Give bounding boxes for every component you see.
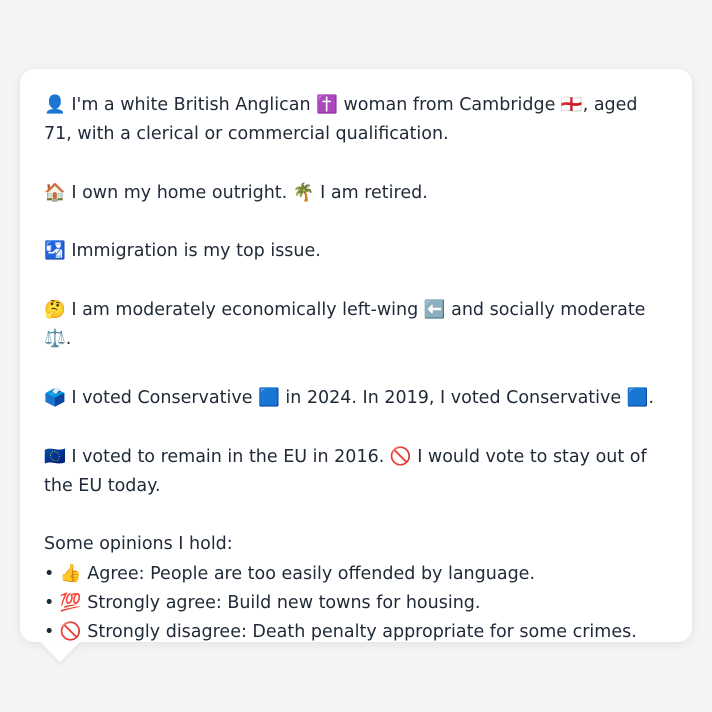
opinion-item: • 👍 Agree: People are too easily offende… [44, 563, 536, 584]
bubble-tail [40, 642, 80, 662]
persona-ideology: 🤔 I am moderately economically left-wing… [44, 300, 646, 350]
persona-eu: 🇪🇺 I voted to remain in the EU in 2016. … [44, 446, 647, 496]
persona-intro: 👤 I'm a white British Anglican ✝️ woman … [44, 95, 638, 145]
persona-votes: 🗳️ I voted Conservative 🟦 in 2024. In 20… [44, 387, 655, 408]
opinions-heading: Some opinions I hold: [44, 534, 233, 555]
persona-home: 🏠 I own my home outright. 🌴 I am retired… [44, 182, 428, 203]
opinion-item: • 🚫 Strongly disagree: Death penalty app… [44, 622, 637, 643]
opinion-item: • 💯 Strongly agree: Build new towns for … [44, 593, 481, 614]
persona-top-issue: 🛂 Immigration is my top issue. [44, 241, 321, 262]
persona-message-bubble: 👤 I'm a white British Anglican ✝️ woman … [20, 69, 692, 642]
